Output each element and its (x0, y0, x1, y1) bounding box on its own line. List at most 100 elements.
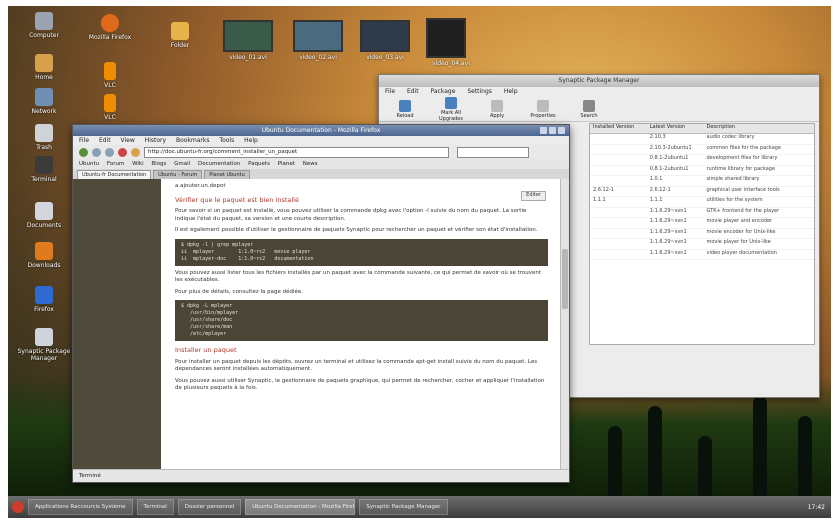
desktop-icon-vlc[interactable]: VLC (78, 62, 142, 89)
menu-package[interactable]: Package (431, 88, 456, 95)
search-input[interactable] (457, 146, 529, 158)
table-row[interactable]: 2.10.3 audio codec library (590, 134, 814, 145)
reload-icon[interactable] (105, 147, 114, 157)
table-row[interactable]: 1:1.6.29~svn1 movie player for Unix-like (590, 239, 814, 250)
scrollbar-thumb[interactable] (562, 249, 568, 309)
table-row[interactable]: 0.8.1-2ubuntu1 runtime library for packag… (590, 166, 814, 176)
toolbar: Reload Mark All Upgrades Apply Propertie… (379, 96, 819, 122)
paragraph: Pour savoir si un paquet est installé, v… (175, 208, 527, 222)
table-row[interactable]: 1.0.1 simple shared library (590, 176, 814, 187)
desktop-icon-downloads[interactable]: Downloads (12, 242, 76, 269)
taskbar: Applications Raccourcis Système Terminal… (8, 496, 831, 518)
back-arrow-icon[interactable] (79, 147, 88, 157)
desktop-icon-trash[interactable]: Trash (12, 124, 76, 151)
bookmark-item[interactable]: News (303, 161, 318, 167)
code-block: $ dpkg -l | grep mplayer ii mplayer 1:1.… (175, 238, 548, 266)
desktop-icon-mozilla-firefox[interactable]: Mozilla Firefox (78, 14, 142, 41)
table-row[interactable]: 1:1.6.29~svn1 movie player and encoder (590, 218, 814, 229)
table-row[interactable]: 1.1.1 1.1.1 utilities for the system (590, 197, 814, 208)
wallpaper-tree (648, 406, 662, 496)
paragraph: Vous pouvez aussi utiliser Synaptic, le … (175, 377, 545, 392)
desktop-icon-firefox[interactable]: Firefox (12, 286, 76, 313)
window-title[interactable]: Synaptic Package Manager (379, 75, 819, 87)
edit-section-button[interactable]: Editer (521, 191, 546, 201)
home-icon[interactable] (131, 147, 140, 157)
bookmark-item[interactable]: Ubuntu (79, 161, 99, 167)
column-latest-version[interactable]: Latest Version (647, 124, 704, 133)
reload-icon (399, 99, 411, 112)
window-title-bar[interactable]: Ubuntu Documentation - Mozilla Firefox (73, 125, 569, 136)
tab-documentation[interactable]: Ubuntu-fr Documentation (77, 170, 152, 179)
ubuntu-logo-icon[interactable] (12, 501, 24, 513)
tab-planet[interactable]: Planet Ubuntu (204, 170, 250, 179)
menu-view[interactable]: View (121, 137, 135, 144)
desktop-icon-terminal[interactable]: Terminal (12, 156, 76, 183)
desktop-icon-synaptic[interactable]: Synaptic Package Manager (12, 328, 76, 362)
bookmark-item[interactable]: Forum (107, 161, 124, 167)
stop-icon[interactable] (118, 147, 127, 157)
minimize-icon[interactable] (540, 127, 547, 134)
maximize-icon[interactable] (549, 127, 556, 134)
desktop-icon-folder[interactable]: Folder (148, 22, 212, 49)
column-description[interactable]: Description (704, 124, 815, 133)
desktop-icon-computer[interactable]: Computer (12, 12, 76, 39)
bookmark-item[interactable]: Documentation (198, 161, 240, 167)
forward-arrow-icon[interactable] (92, 147, 101, 157)
table-row[interactable]: 2.6.12-1 2.6.12-1 graphical user interface… (590, 187, 814, 197)
browser-viewport: a.ajouter.un.depot Editer Vérifier que l… (73, 179, 569, 470)
bookmark-item[interactable]: Gmail (174, 161, 190, 167)
table-row[interactable]: 0.8.1-2ubuntu1 development files for libr… (590, 155, 814, 166)
video-thumbnail[interactable]: video_03.avi (360, 20, 410, 61)
table-row[interactable]: 2.10.3-2ubuntu1 common files for the pack… (590, 145, 814, 155)
video-thumbnail[interactable]: video_02.avi (293, 20, 343, 61)
apply-button[interactable]: Apply (479, 99, 515, 119)
table-row[interactable]: 1:1.6.29~svn1 video player documentation (590, 250, 814, 260)
menu-edit[interactable]: Edit (99, 137, 111, 144)
clock[interactable]: 17:42 (808, 504, 825, 511)
video-thumbnail[interactable]: video_01.avi (223, 20, 273, 61)
taskbar-menu[interactable]: Applications Raccourcis Système (28, 499, 133, 515)
properties-button[interactable]: Properties (525, 99, 561, 119)
document-icon (35, 202, 53, 220)
menu-help[interactable]: Help (504, 88, 518, 95)
taskbar-item-terminal[interactable]: Terminal (136, 499, 174, 515)
desktop-icon-documents[interactable]: Documents (12, 202, 76, 229)
trash-icon (35, 124, 53, 142)
tab-forum[interactable]: Ubuntu - Forum (153, 170, 203, 179)
url-bar[interactable]: http://doc.ubuntu-fr.org/comment_install… (144, 146, 449, 158)
desktop-icon-network[interactable]: Network (12, 88, 76, 115)
bookmark-item[interactable]: Planet (278, 161, 295, 167)
navigation-toolbar: http://doc.ubuntu-fr.org/comment_install… (73, 145, 569, 159)
video-thumbnail[interactable]: video_04.avi (426, 18, 470, 67)
menu-file[interactable]: File (385, 88, 395, 95)
bookmark-item[interactable]: Wiki (132, 161, 144, 167)
table-row[interactable]: 1:1.6.29~svn1 GTK+ frontend for the playe… (590, 208, 814, 218)
window-title: Ubuntu Documentation - Mozilla Firefox (261, 127, 381, 134)
taskbar-item-synaptic[interactable]: Synaptic Package Manager (359, 499, 448, 515)
search-button[interactable]: Search (571, 99, 607, 119)
menu-help[interactable]: Help (244, 137, 258, 144)
package-list[interactable]: Installed Version Latest Version Descrip… (589, 123, 815, 345)
menu-bookmarks[interactable]: Bookmarks (176, 137, 210, 144)
mark-upgrades-button[interactable]: Mark All Upgrades (433, 96, 469, 122)
menu-settings[interactable]: Settings (467, 88, 492, 95)
bookmark-item[interactable]: Paquets (248, 161, 270, 167)
home-folder-icon (35, 54, 53, 72)
reload-button[interactable]: Reload (387, 99, 423, 119)
menu-edit[interactable]: Edit (407, 88, 419, 95)
taskbar-item-home[interactable]: Dossier personnel (177, 499, 242, 515)
taskbar-item-firefox[interactable]: Ubuntu Documentation - Mozilla Firefox (245, 499, 356, 515)
column-installed-version[interactable]: Installed Version (590, 124, 647, 133)
table-row[interactable]: 1:1.6.29~svn1 movie encoder for Unix-like (590, 229, 814, 239)
vertical-scrollbar[interactable] (560, 179, 569, 470)
menu-history[interactable]: History (145, 137, 166, 144)
top-link[interactable]: a.ajouter.un.depot (175, 183, 548, 191)
desktop-icon-vlc-2[interactable]: VLC (78, 94, 142, 121)
firefox-window[interactable]: Ubuntu Documentation - Mozilla Firefox F… (72, 124, 570, 483)
wallpaper-tree (698, 436, 712, 496)
menu-tools[interactable]: Tools (219, 137, 234, 144)
bookmark-item[interactable]: Blogs (151, 161, 166, 167)
close-icon[interactable] (558, 127, 565, 134)
desktop-icon-home[interactable]: Home (12, 54, 76, 81)
menu-file[interactable]: File (79, 137, 89, 144)
